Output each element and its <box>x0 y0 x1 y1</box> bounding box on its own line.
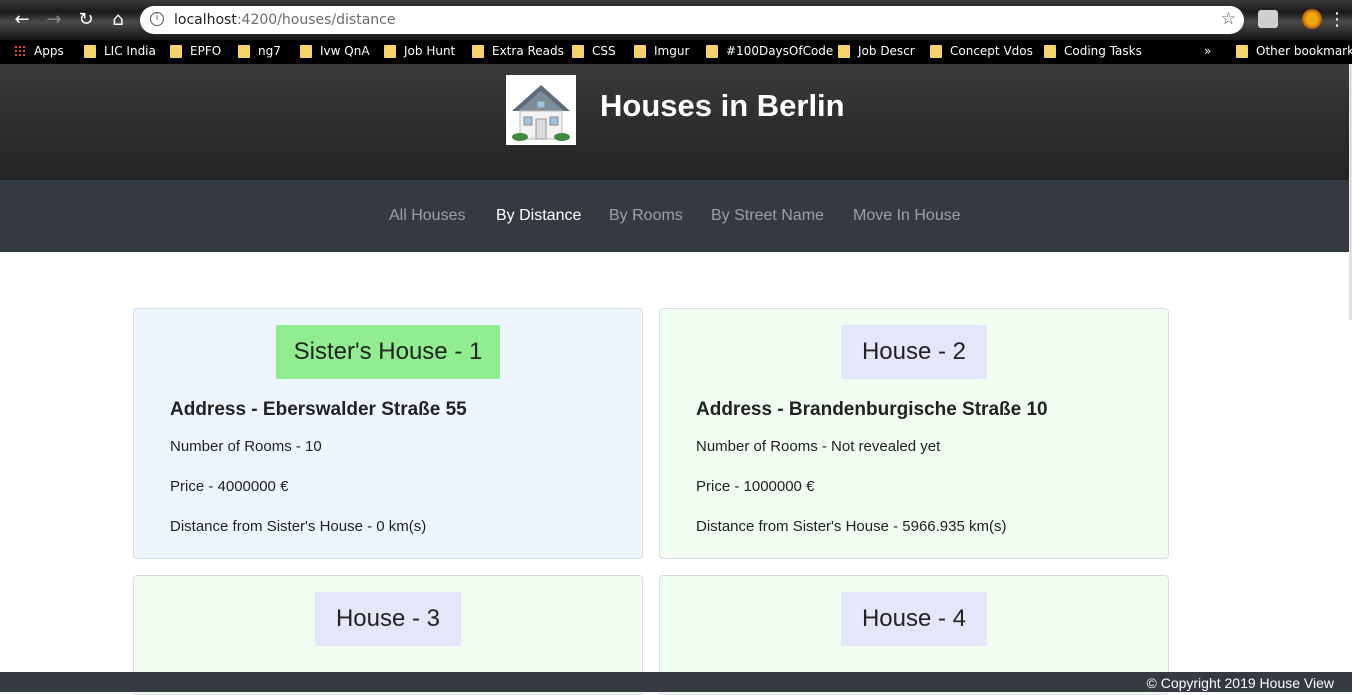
house-logo-icon <box>506 75 576 145</box>
url-text[interactable]: localhost:4200/houses/distance <box>174 12 395 28</box>
apps-grid-icon <box>14 45 26 57</box>
house-rooms: Number of Rooms - Not revealed yet <box>696 438 941 455</box>
folder-icon <box>384 44 396 58</box>
house-card: Sister's House - 1 Address - Eberswalder… <box>133 308 643 559</box>
bookmark-item[interactable]: Job Hunt <box>384 44 455 58</box>
folder-icon <box>706 44 718 58</box>
menu-dots-icon[interactable]: ⋮ <box>1326 8 1348 32</box>
bookmark-apps[interactable]: Apps <box>14 44 64 58</box>
house-name-badge: Sister's House - 1 <box>276 325 500 379</box>
folder-icon <box>930 44 942 58</box>
house-name-badge: House - 2 <box>841 325 987 379</box>
house-address: Address - Eberswalder Straße 55 <box>170 399 467 420</box>
bookmark-item[interactable]: Extra Reads <box>472 44 564 58</box>
bookmark-item[interactable]: #100DaysOfCode <box>706 44 833 58</box>
house-distance: Distance from Sister's House - 5966.935 … <box>696 518 1007 535</box>
folder-icon <box>1044 44 1056 58</box>
nav-by-rooms[interactable]: By Rooms <box>609 207 683 225</box>
folder-icon <box>572 44 584 58</box>
nav-by-distance[interactable]: By Distance <box>496 207 581 225</box>
house-price: Price - 1000000 € <box>696 478 815 495</box>
app-header: Houses in Berlin <box>0 64 1352 180</box>
folder-icon <box>84 44 96 58</box>
bookmarks-overflow-button[interactable]: » <box>1204 44 1211 58</box>
reload-icon[interactable]: ↻ <box>74 8 98 32</box>
house-rooms: Number of Rooms - 10 <box>170 438 322 455</box>
bookmark-star-icon[interactable]: ☆ <box>1221 9 1236 29</box>
footer: © Copyright 2019 House View <box>0 672 1352 692</box>
folder-icon <box>472 44 484 58</box>
house-address: Address - Brandenburgische Straße 10 <box>696 399 1048 420</box>
house-distance: Distance from Sister's House - 0 km(s) <box>170 518 427 535</box>
bookmark-item[interactable]: Ivw QnA <box>300 44 370 58</box>
copyright-text: © Copyright 2019 House View <box>1146 675 1335 691</box>
house-card: House - 2 Address - Brandenburgische Str… <box>659 308 1169 559</box>
bookmark-item[interactable]: EPFO <box>170 44 221 58</box>
camera-extension-icon[interactable] <box>1258 10 1278 28</box>
folder-icon <box>170 44 182 58</box>
back-arrow-icon[interactable]: ← <box>10 8 34 32</box>
bookmark-item[interactable]: Coding Tasks <box>1044 44 1142 58</box>
page-title: Houses in Berlin <box>600 88 845 123</box>
nav-all-houses[interactable]: All Houses <box>389 207 465 225</box>
folder-icon <box>634 44 646 58</box>
house-name-badge: House - 4 <box>841 592 987 646</box>
bookmark-item[interactable]: Job Descr <box>838 44 915 58</box>
browser-toolbar: ← → ↻ ⌂ i localhost:4200/houses/distance… <box>0 0 1352 40</box>
bookmark-item[interactable]: CSS <box>572 44 616 58</box>
nav-by-street-name[interactable]: By Street Name <box>711 207 824 225</box>
profile-avatar-icon[interactable] <box>1302 9 1322 29</box>
bookmark-item[interactable]: Imgur <box>634 44 689 58</box>
bookmark-item[interactable]: Concept Vdos <box>930 44 1033 58</box>
home-icon[interactable]: ⌂ <box>106 8 130 32</box>
nav-move-in-house[interactable]: Move In House <box>853 207 961 225</box>
main-nav: All Houses By Distance By Rooms By Stree… <box>0 180 1352 252</box>
house-name-badge: House - 3 <box>315 592 461 646</box>
address-bar[interactable]: i localhost:4200/houses/distance ☆ <box>140 6 1244 34</box>
house-price: Price - 4000000 € <box>170 478 289 495</box>
folder-icon <box>838 44 850 58</box>
bookmark-item[interactable]: ng7 <box>238 44 281 58</box>
bookmark-item[interactable]: LIC India <box>84 44 156 58</box>
bookmarks-bar: Apps LIC India EPFO ng7 Ivw QnA Job Hunt… <box>0 40 1352 64</box>
other-bookmarks[interactable]: Other bookmarks <box>1236 44 1352 58</box>
forward-arrow-icon[interactable]: → <box>42 8 66 32</box>
folder-icon <box>1236 44 1248 58</box>
folder-icon <box>300 44 312 58</box>
site-info-icon[interactable]: i <box>150 12 164 26</box>
folder-icon <box>238 44 250 58</box>
